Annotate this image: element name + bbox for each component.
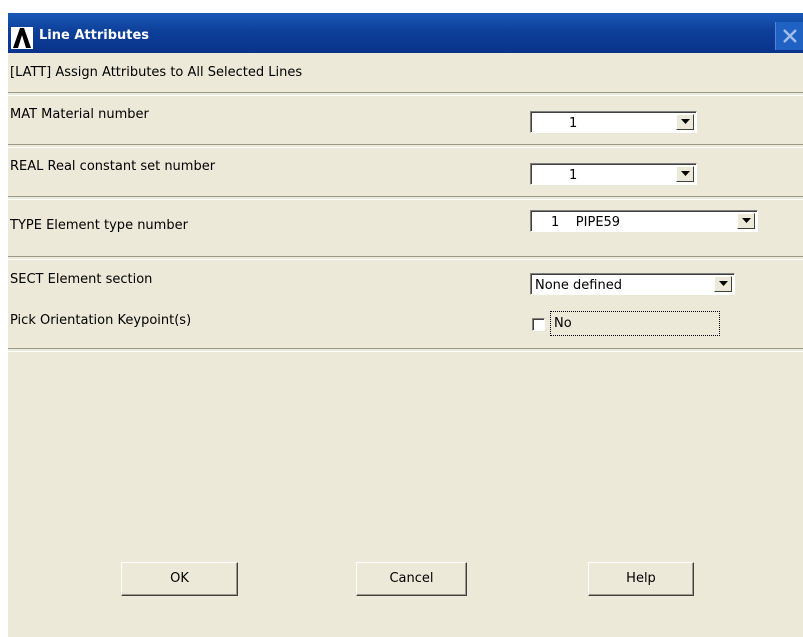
sect-select[interactable]: None defined — [530, 273, 735, 295]
orientation-checkbox[interactable] — [532, 318, 545, 331]
real-label: REAL Real constant set number — [10, 159, 216, 174]
type-dropdown-button[interactable] — [737, 213, 755, 229]
type-value: 1 PIPE59 — [551, 215, 621, 230]
title-bar[interactable]: Line Attributes — [8, 13, 803, 53]
help-button[interactable]: Help — [588, 562, 694, 596]
ok-button[interactable]: OK — [121, 562, 238, 596]
command-description: [LATT] Assign Attributes to All Selected… — [10, 65, 303, 80]
divider — [8, 92, 803, 96]
real-value: 1 — [569, 168, 578, 183]
type-select[interactable]: 1 PIPE59 — [530, 210, 758, 232]
cancel-button[interactable]: Cancel — [356, 562, 467, 596]
sect-value: None defined — [535, 278, 622, 293]
orientation-checkbox-label: No — [554, 316, 572, 331]
real-dropdown-button[interactable] — [676, 166, 694, 182]
divider — [8, 256, 803, 260]
type-label: TYPE Element type number — [10, 218, 188, 233]
divider — [8, 348, 803, 352]
chevron-down-icon — [681, 171, 690, 176]
close-button[interactable] — [775, 22, 803, 50]
close-icon — [783, 29, 797, 43]
line-attributes-dialog: Line Attributes [LATT] Assign Attributes… — [8, 13, 803, 637]
real-select[interactable]: 1 — [530, 163, 697, 185]
chevron-down-icon — [742, 218, 751, 223]
mat-dropdown-button[interactable] — [676, 114, 694, 130]
orientation-focus-box[interactable]: No — [550, 311, 720, 336]
divider — [8, 144, 803, 148]
chevron-down-icon — [719, 281, 728, 286]
divider — [8, 196, 803, 200]
sect-label: SECT Element section — [10, 272, 153, 287]
chevron-down-icon — [681, 119, 690, 124]
orientation-label: Pick Orientation Keypoint(s) — [10, 313, 192, 328]
mat-select[interactable]: 1 — [530, 111, 697, 133]
sect-dropdown-button[interactable] — [714, 276, 732, 292]
mat-label: MAT Material number — [10, 107, 149, 122]
window-title: Line Attributes — [39, 28, 150, 43]
mat-value: 1 — [569, 116, 578, 131]
ansys-logo-icon — [11, 27, 33, 49]
